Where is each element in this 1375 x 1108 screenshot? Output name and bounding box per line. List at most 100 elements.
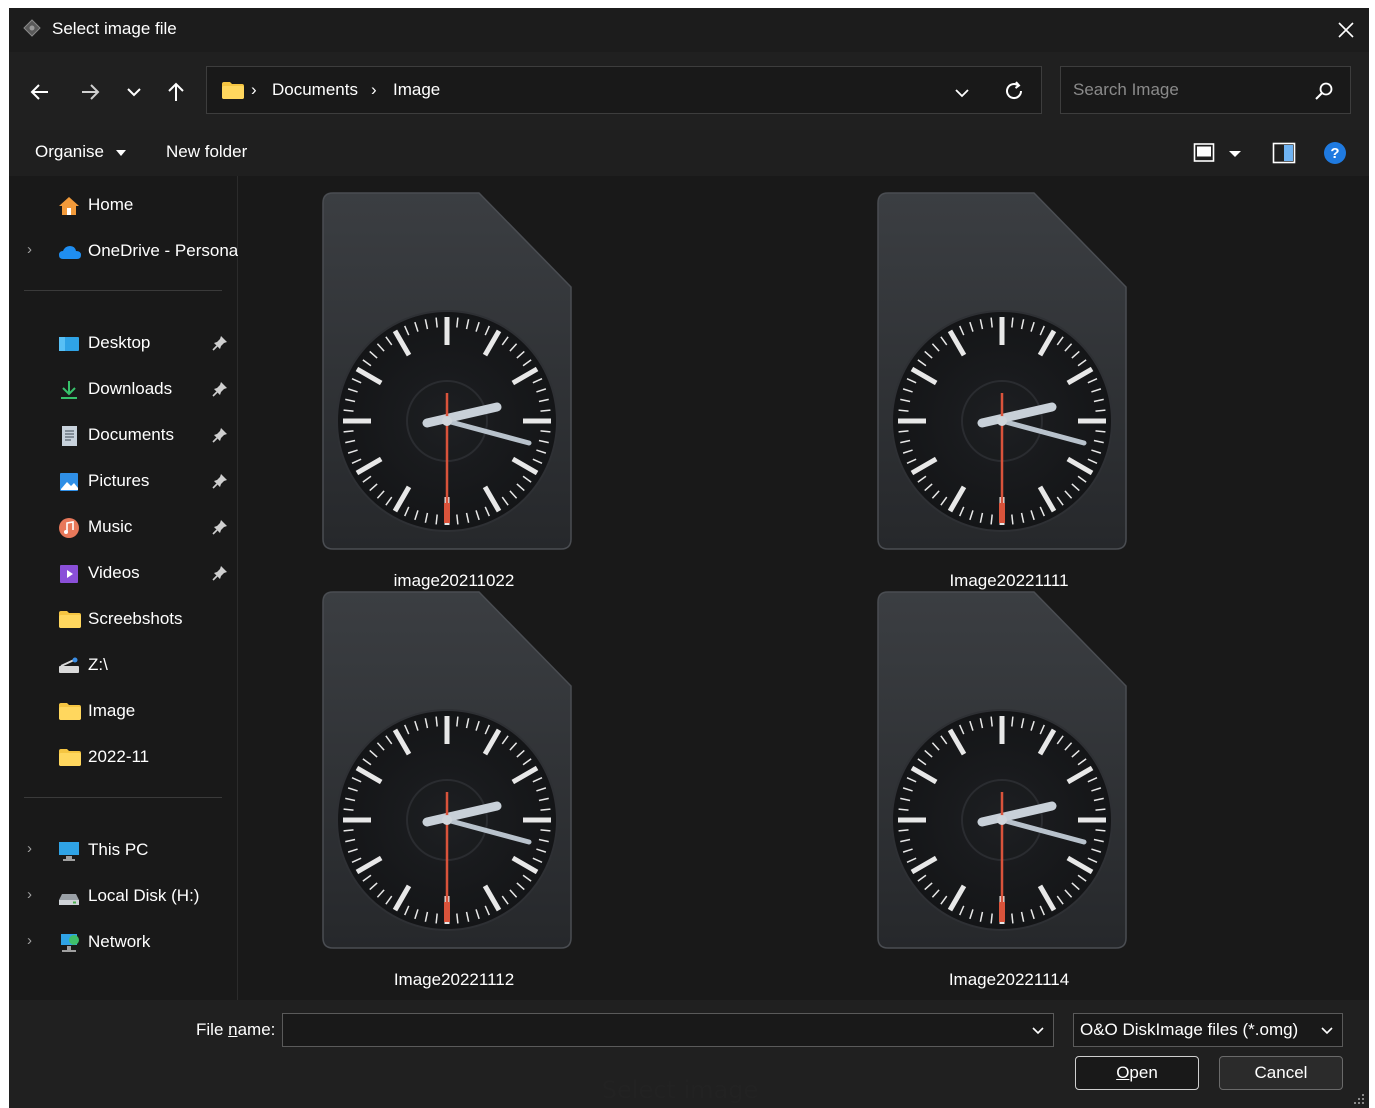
pin-icon[interactable]: [212, 473, 228, 489]
chevron-right-icon[interactable]: ›: [27, 241, 32, 258]
nav-item-pictures[interactable]: Pictures: [9, 462, 237, 502]
refresh-button[interactable]: [1002, 79, 1026, 103]
caret-down-icon: [1229, 151, 1241, 157]
nav-item-onedrive[interactable]: › OneDrive - Persona: [9, 232, 239, 272]
nav-item-desktop[interactable]: Desktop: [9, 324, 237, 364]
desktop-icon: [58, 333, 80, 355]
chevron-down-icon: [1032, 1027, 1044, 1035]
chevron-down-icon: [1318, 1021, 1336, 1039]
up-button[interactable]: [162, 78, 190, 106]
nav-item-label: 2022-11: [88, 747, 150, 766]
nav-item-music[interactable]: Music: [9, 508, 237, 548]
refresh-icon: [1006, 81, 1023, 100]
title-bar: Select image file: [9, 8, 1369, 52]
network-drive-icon: [58, 655, 80, 677]
file-name-dropdown[interactable]: [1029, 1021, 1047, 1039]
back-button[interactable]: [26, 78, 54, 106]
large-icons-view-icon: [1193, 143, 1215, 162]
recent-locations-button[interactable]: [120, 78, 148, 106]
disk-image-file-icon: [322, 591, 572, 949]
pin-icon[interactable]: [212, 381, 228, 397]
app-disk-icon: [23, 19, 41, 37]
nav-item-label: Downloads: [88, 379, 173, 398]
file-item[interactable]: image20211022: [319, 191, 589, 591]
folder-icon: [58, 609, 81, 631]
search-placeholder: Search Image: [1073, 80, 1179, 99]
nav-item-label: This PC: [88, 840, 149, 859]
chevron-right-icon[interactable]: ›: [27, 932, 32, 949]
breadcrumb-separator-icon: ›: [251, 80, 257, 99]
chevron-right-icon[interactable]: ›: [27, 886, 32, 903]
computer-icon: [58, 840, 80, 862]
breadcrumb-image[interactable]: Image: [393, 80, 440, 100]
nav-divider: [24, 797, 222, 798]
pin-icon[interactable]: [212, 565, 228, 581]
file-name-label: File name:: [196, 1020, 276, 1039]
document-icon: [58, 425, 80, 447]
search-input[interactable]: Search Image: [1060, 66, 1351, 114]
nav-item-z-drive[interactable]: Z:\: [9, 646, 237, 686]
arrow-up-icon: [168, 82, 184, 101]
nav-item-label: Local Disk (H:): [88, 886, 200, 905]
caption-text: Select image: [601, 1076, 759, 1104]
network-icon: [58, 932, 80, 954]
nav-item-label: Z:\: [88, 655, 108, 674]
svg-text:?: ?: [1330, 145, 1339, 162]
file-item[interactable]: Image20221114: [874, 590, 1144, 990]
nav-item-screebshots[interactable]: Screebshots: [9, 600, 237, 640]
home-icon: [58, 195, 80, 217]
breadcrumb-separator-icon: ›: [371, 80, 377, 99]
file-name-label: image20211022: [393, 571, 515, 590]
nav-item-label: Documents: [88, 425, 174, 444]
disk-image-file-icon: [877, 591, 1127, 949]
preview-pane-icon: [1272, 142, 1296, 164]
window-title: Select image file: [52, 19, 177, 38]
nav-item-home[interactable]: Home: [9, 186, 237, 226]
arrow-left-icon: [30, 84, 48, 100]
address-row: › Documents › Image Search Image: [9, 52, 1369, 130]
nav-item-downloads[interactable]: Downloads: [9, 370, 237, 410]
disk-image-file-icon: [322, 192, 572, 550]
view-mode-button[interactable]: [1193, 142, 1215, 169]
file-type-select[interactable]: O&O DiskImage files (*.omg): [1073, 1013, 1343, 1047]
nav-item-network[interactable]: › Network: [9, 923, 237, 963]
address-bar[interactable]: › Documents › Image: [206, 66, 1042, 114]
help-button[interactable]: ?: [1323, 141, 1347, 170]
new-folder-button[interactable]: New folder: [166, 142, 247, 162]
preview-pane-button[interactable]: [1272, 142, 1296, 169]
file-type-value: O&O DiskImage files (*.omg): [1080, 1020, 1299, 1039]
file-name-label: Image20221114: [948, 970, 1070, 989]
nav-item-label: Screebshots: [88, 609, 183, 628]
file-item[interactable]: Image20221112: [319, 590, 589, 990]
video-icon: [58, 563, 80, 585]
nav-item-label: Pictures: [88, 471, 150, 490]
caret-down-icon: [115, 150, 126, 156]
pin-icon[interactable]: [212, 335, 228, 351]
nav-item-documents[interactable]: Documents: [9, 416, 237, 456]
close-button[interactable]: [1323, 8, 1369, 52]
folder-icon: [58, 701, 81, 723]
chevron-down-icon: [127, 88, 141, 97]
pin-icon[interactable]: [212, 519, 228, 535]
file-name-input[interactable]: [282, 1013, 1054, 1047]
nav-item-2022-11[interactable]: 2022-11: [9, 738, 237, 778]
nav-item-this-pc[interactable]: › This PC: [9, 831, 237, 871]
view-options-dropdown[interactable]: [1228, 146, 1242, 164]
address-history-dropdown[interactable]: [951, 81, 973, 103]
nav-item-image[interactable]: Image: [9, 692, 237, 732]
organise-menu-button[interactable]: Organise: [35, 142, 127, 162]
nav-item-label: OneDrive - Persona: [88, 241, 239, 260]
folder-icon: [221, 80, 245, 105]
file-item[interactable]: Image20221111: [874, 191, 1144, 591]
chevron-down-icon: [955, 89, 969, 98]
breadcrumb-documents[interactable]: Documents: [272, 80, 358, 100]
forward-button[interactable]: [76, 78, 104, 106]
chevron-right-icon[interactable]: ›: [27, 840, 32, 857]
disk-image-file-icon: [877, 192, 1127, 550]
nav-item-videos[interactable]: Videos: [9, 554, 237, 594]
pin-icon[interactable]: [212, 427, 228, 443]
nav-item-label: Home: [88, 195, 134, 214]
nav-item-local-disk[interactable]: › Local Disk (H:): [9, 877, 237, 917]
cloud-icon: [58, 241, 81, 263]
nav-item-label: Music: [88, 517, 133, 536]
